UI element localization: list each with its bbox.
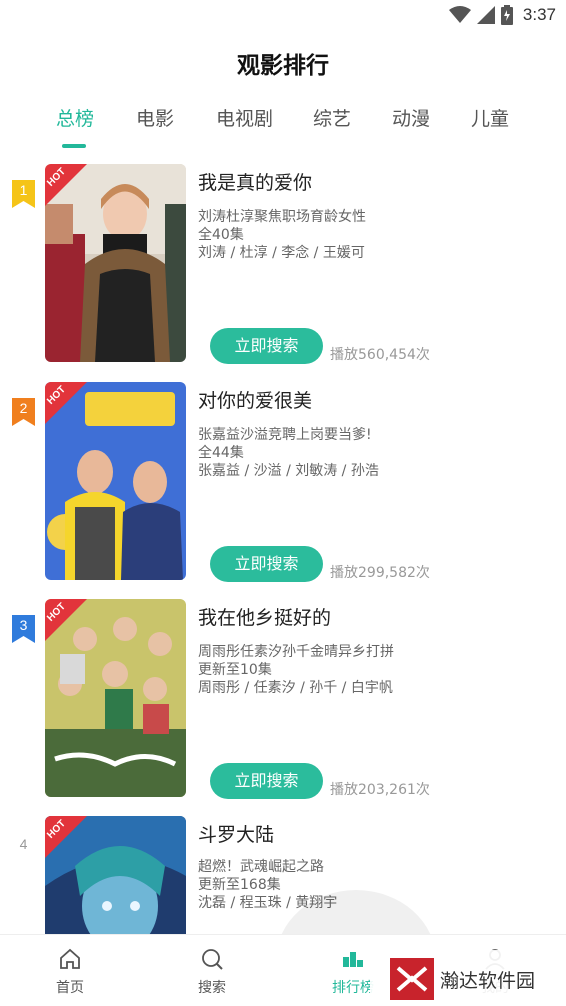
status-bar: 3:37: [0, 0, 566, 34]
ranking-icon: [343, 952, 363, 967]
play-count: 播放299,582次: [330, 565, 430, 581]
status-icons: 3:37: [448, 4, 556, 26]
item-title[interactable]: 我是真的爱你: [198, 168, 312, 195]
list-item[interactable]: 2 HOT 对你的爱很美 张嘉益沙溢竞聘上岗要当爹! 全44集 张嘉益 / 沙溢…: [0, 382, 566, 582]
watermark-text: 瀚达软件园: [440, 970, 536, 992]
list-item[interactable]: 3 HOT 我在他乡挺好的 周雨彤任素汐孙千金晴异乡打拼 更新至10集 周雨彤 …: [0, 599, 566, 799]
rank-number: 2: [19, 400, 28, 416]
item-episodes: 全44集: [198, 445, 244, 461]
wifi-icon: [448, 6, 471, 23]
item-description: 周雨彤任素汐孙千金晴异乡打拼: [198, 644, 394, 660]
item-description: 刘涛杜淳聚焦职场育龄女性: [198, 209, 366, 225]
nav-search[interactable]: 搜索: [172, 935, 252, 1006]
battery-icon: [500, 5, 513, 25]
poster-image[interactable]: HOT: [45, 382, 186, 580]
search-icon: [202, 949, 223, 970]
item-title[interactable]: 斗罗大陆: [198, 820, 274, 847]
active-tab-indicator: [62, 144, 86, 148]
play-count: 播放203,261次: [330, 782, 430, 798]
watermark: 瀚达软件园: [370, 950, 566, 1006]
tab-movies[interactable]: 电影: [136, 104, 174, 131]
home-icon: [60, 948, 80, 969]
nav-home[interactable]: 首页: [30, 935, 110, 1006]
rank-number: 1: [19, 182, 28, 198]
signal-icon: [476, 6, 495, 24]
status-time: 3:37: [522, 5, 556, 24]
rank-badge: 3: [12, 615, 35, 643]
rank-badge: 1: [12, 180, 35, 208]
item-description: 超燃！武魂崛起之路: [198, 859, 324, 875]
item-episodes: 更新至10集: [198, 662, 272, 678]
poster-image[interactable]: HOT: [45, 164, 186, 362]
rank-number: 3: [19, 617, 28, 633]
nav-search-label: 搜索: [198, 980, 226, 996]
poster-image[interactable]: HOT: [45, 599, 186, 797]
tab-variety[interactable]: 综艺: [313, 104, 351, 131]
item-episodes: 全40集: [198, 227, 244, 243]
play-count: 播放560,454次: [330, 347, 430, 363]
tab-tv-series[interactable]: 电视剧: [216, 104, 273, 131]
search-now-button[interactable]: 立即搜索: [210, 328, 323, 364]
search-now-button[interactable]: 立即搜索: [210, 546, 323, 582]
search-now-button[interactable]: 立即搜索: [210, 763, 323, 799]
tab-overall[interactable]: 总榜: [56, 104, 94, 131]
list-item[interactable]: 1 HOT 我是真的爱你 刘涛杜淳聚焦职场育龄女性 全40集 刘涛 / 杜淳 /…: [0, 164, 566, 364]
item-title[interactable]: 对你的爱很美: [198, 386, 312, 413]
poster-image[interactable]: HOT: [45, 816, 186, 934]
item-cast: 周雨彤 / 任素汐 / 孙千 / 白宇帆: [198, 680, 393, 696]
item-cast: 张嘉益 / 沙溢 / 刘敏涛 / 孙浩: [198, 463, 379, 479]
rank-number: 4: [19, 836, 28, 852]
list-item[interactable]: 4 HOT 斗罗大陆 超燃！武魂崛起之路 更新至168集 沈磊 / 程玉珠 / …: [0, 816, 566, 934]
rank-badge: 2: [12, 398, 35, 426]
item-episodes: 更新至168集: [198, 877, 281, 893]
page-title: 观影排行: [237, 53, 329, 79]
nav-home-label: 首页: [56, 980, 84, 996]
tab-kids[interactable]: 儿童: [471, 104, 509, 131]
item-cast: 刘涛 / 杜淳 / 李念 / 王媛可: [198, 245, 365, 261]
item-description: 张嘉益沙溢竞聘上岗要当爹!: [198, 427, 372, 443]
watermark-logo-icon: [390, 958, 434, 1000]
tab-anime[interactable]: 动漫: [392, 104, 430, 131]
item-title[interactable]: 我在他乡挺好的: [198, 603, 331, 630]
